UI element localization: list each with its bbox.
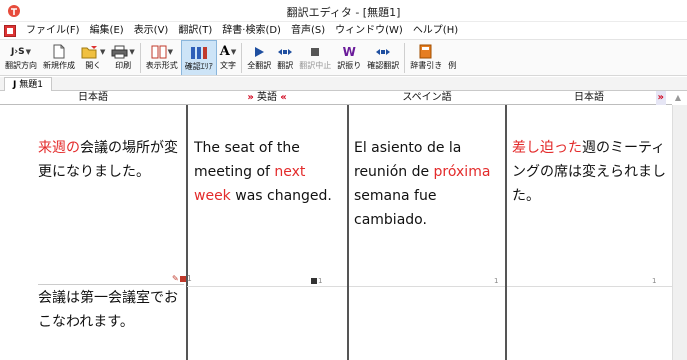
new-document-icon xyxy=(53,43,65,60)
menu-file[interactable]: ファイル(F) xyxy=(21,22,85,40)
back-translation-1[interactable]: 差し迫った週のミーティングの席は変えられました。 xyxy=(512,136,668,208)
vertical-scrollbar[interactable] xyxy=(672,105,687,360)
ruby-translation-button[interactable]: W 訳振り xyxy=(334,40,364,75)
open-folder-icon: ▼ xyxy=(81,43,105,60)
font-button[interactable]: A ▼ 文字 xyxy=(217,40,239,75)
example-label: 例 xyxy=(448,61,457,70)
spanish-translation-1[interactable]: El asiento de la reunión de próxima sema… xyxy=(354,136,502,256)
translation-grid: 日本語 » 英語 « スペイン語 日本語 » ▲ 来週の会議の場所が変更になりま… xyxy=(0,91,687,360)
collapse-column-icon[interactable]: » xyxy=(655,91,666,105)
menu-bar: ファイル(F) 編集(E) 表示(V) 翻訳(T) 辞書·検索(D) 音声(S)… xyxy=(0,22,687,40)
translation-direction-icon: J›S ▼ xyxy=(11,46,31,57)
translate-icon xyxy=(277,43,293,60)
source-sentence-1[interactable]: 来週の会議の場所が変更になりました。 xyxy=(38,136,184,208)
new-document-button[interactable]: 新規作成 xyxy=(40,40,78,75)
document-tab-bar: J 無題1 xyxy=(0,77,687,91)
stop-translation-icon xyxy=(310,43,320,60)
row-divider xyxy=(38,284,184,285)
font-label: 文字 xyxy=(220,61,237,70)
check-translation-button[interactable]: 確認翻訳 xyxy=(364,40,402,75)
dictionary-lookup-button[interactable]: 辞書引き xyxy=(407,40,445,75)
column-divider[interactable] xyxy=(347,105,349,360)
sentence-number-en: 1 xyxy=(310,277,322,285)
menu-view[interactable]: 表示(V) xyxy=(129,22,174,40)
tab-untitled1[interactable]: J 無題1 xyxy=(4,77,52,91)
toolbar: J›S▼ 翻訳方向 新規作成 ▼ 開く ▼ 印刷 ▼ 表示形式 確認ｴﾘｱ A xyxy=(0,40,687,76)
menu-window[interactable]: ウィンドウ(W) xyxy=(330,22,408,40)
translate-all-label: 全翻訳 xyxy=(247,61,272,70)
check-area-icon xyxy=(190,44,208,61)
display-format-icon: ▼ xyxy=(151,43,173,60)
title-bar: 翻訳エディタ - [無題1] xyxy=(0,0,687,22)
source-sentence-2[interactable]: 会議は第一会議室でおこなわれます。 xyxy=(38,286,184,360)
printer-icon: ▼ xyxy=(111,43,135,60)
example-button[interactable]: 例 xyxy=(445,40,459,75)
tab-label: 無題1 xyxy=(19,80,43,90)
translate-all-button[interactable]: 全翻訳 xyxy=(244,40,274,75)
open-label: 開く xyxy=(85,61,102,70)
menu-translate[interactable]: 翻訳(T) xyxy=(173,22,217,40)
window-title: 翻訳エディタ - [無題1] xyxy=(286,6,401,19)
translate-label: 翻訳 xyxy=(277,61,294,70)
translation-direction-button[interactable]: J›S ▼ 翻訳方向 xyxy=(2,40,40,75)
display-format-label: 表示形式 xyxy=(145,61,178,70)
menu-dictionary-search[interactable]: 辞書·検索(D) xyxy=(217,22,286,40)
print-button[interactable]: ▼ 印刷 xyxy=(108,40,137,75)
column-header-japanese-source[interactable]: 日本語 xyxy=(0,91,186,105)
translate-all-icon xyxy=(253,43,265,60)
tab-direction-icon: J xyxy=(13,80,17,90)
scroll-up-icon[interactable]: ▲ xyxy=(672,91,684,105)
check-area-label: 確認ｴﾘｱ xyxy=(184,62,213,71)
stop-translation-button[interactable]: 翻訳中止 xyxy=(296,40,334,75)
row-divider xyxy=(349,286,505,287)
english-translation-1[interactable]: The seat of the meeting of next week was… xyxy=(194,136,344,256)
document-menu-icon[interactable] xyxy=(4,24,16,37)
translation-direction-label: 翻訳方向 xyxy=(5,61,37,70)
column-header-spanish[interactable]: スペイン語 xyxy=(348,91,506,105)
sentence-number-back: 1 xyxy=(652,277,657,285)
stop-translation-label: 翻訳中止 xyxy=(299,61,332,70)
check-area-button[interactable]: 確認ｴﾘｱ xyxy=(180,40,217,75)
menu-edit[interactable]: 編集(E) xyxy=(85,22,129,40)
column-divider[interactable] xyxy=(505,105,507,360)
check-translation-icon xyxy=(375,43,391,60)
display-format-button[interactable]: ▼ 表示形式 xyxy=(143,40,181,75)
new-document-label: 新規作成 xyxy=(43,61,75,70)
column-divider[interactable] xyxy=(186,105,188,360)
status-box-icon xyxy=(311,278,317,284)
menu-help[interactable]: ヘルプ(H) xyxy=(408,22,463,40)
ruby-translation-icon: W xyxy=(342,44,356,59)
ruby-translation-label: 訳振り xyxy=(337,61,362,70)
menu-audio[interactable]: 音声(S) xyxy=(286,22,330,40)
dictionary-lookup-icon xyxy=(419,43,433,60)
direction-marker-icon: » xyxy=(247,92,254,103)
toolbar-separator xyxy=(241,43,243,73)
print-label: 印刷 xyxy=(115,61,132,70)
toolbar-separator xyxy=(139,43,141,73)
row-divider xyxy=(507,286,672,287)
direction-marker-icon: « xyxy=(280,92,287,103)
column-header-japanese-back[interactable]: 日本語 » xyxy=(506,91,672,105)
edit-marker-icon: ✎ 1 xyxy=(172,274,192,283)
font-icon: A ▼ xyxy=(219,44,237,59)
column-header-english[interactable]: » 英語 « xyxy=(186,91,348,105)
sentence-number-es: 1 xyxy=(494,277,499,285)
dictionary-lookup-label: 辞書引き xyxy=(410,61,443,70)
check-translation-label: 確認翻訳 xyxy=(367,61,400,70)
toolbar-separator xyxy=(404,43,406,73)
open-button[interactable]: ▼ 開く xyxy=(78,40,108,75)
row-divider xyxy=(187,286,347,287)
translate-button[interactable]: 翻訳 xyxy=(274,40,296,75)
